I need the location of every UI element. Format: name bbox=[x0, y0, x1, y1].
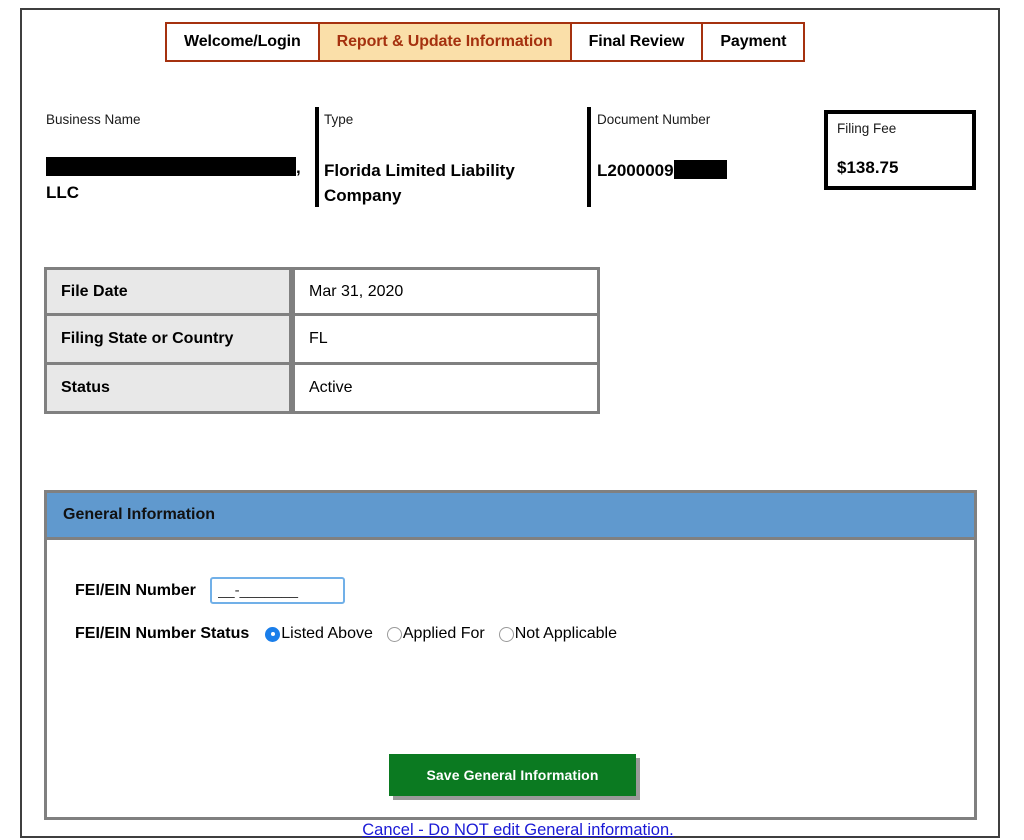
row-label-status: Status bbox=[44, 365, 292, 414]
ein-status-radio-group: Listed Above Applied For Not Applicable bbox=[265, 625, 617, 643]
general-information-panel: General Information FEI/EIN Number FEI/E… bbox=[44, 490, 977, 839]
radio-button-icon[interactable] bbox=[265, 626, 281, 642]
business-name-value: , LLC bbox=[46, 155, 311, 205]
radio-label: Not Applicable bbox=[514, 625, 617, 642]
radio-label: Applied For bbox=[402, 625, 485, 642]
radio-option-applied-for[interactable]: Applied For bbox=[386, 625, 485, 643]
document-number-value: L2000009 bbox=[597, 158, 727, 183]
row-value-status: Active bbox=[292, 365, 600, 414]
document-number-label: Document Number bbox=[597, 112, 711, 127]
ein-number-row: FEI/EIN Number bbox=[75, 577, 345, 604]
save-general-information-button[interactable]: Save General Information bbox=[389, 754, 636, 796]
panel-body: FEI/EIN Number FEI/EIN Number Status Lis… bbox=[47, 540, 974, 840]
entity-info-table: File Date Mar 31, 2020 Filing State or C… bbox=[44, 267, 600, 414]
radio-option-listed-above[interactable]: Listed Above bbox=[265, 625, 373, 643]
tab-welcome-login[interactable]: Welcome/Login bbox=[165, 22, 319, 62]
tab-label: Payment bbox=[720, 33, 787, 50]
document-number-redaction-bar bbox=[673, 160, 727, 179]
row-value-file-date: Mar 31, 2020 bbox=[292, 267, 600, 316]
type-label: Type bbox=[324, 112, 354, 127]
row-label-filing-state: Filing State or Country bbox=[44, 316, 292, 365]
header-divider-2 bbox=[587, 107, 591, 207]
table-row: Status Active bbox=[44, 365, 600, 414]
ein-number-status-row: FEI/EIN Number Status Listed Above Appli… bbox=[75, 625, 617, 643]
tab-final-review[interactable]: Final Review bbox=[570, 22, 703, 62]
ein-number-label: FEI/EIN Number bbox=[75, 581, 196, 599]
cancel-general-information-link[interactable]: Cancel - Do NOT edit General information… bbox=[348, 821, 688, 840]
ein-number-input[interactable] bbox=[209, 577, 345, 604]
tab-label: Welcome/Login bbox=[184, 33, 301, 50]
filing-fee-box: Filing Fee $138.75 bbox=[824, 110, 976, 190]
business-name-label: Business Name bbox=[46, 112, 141, 127]
panel-title: General Information bbox=[63, 506, 216, 523]
business-name-redaction-bar bbox=[46, 157, 296, 176]
table-row: Filing State or Country FL bbox=[44, 316, 600, 365]
radio-button-icon[interactable] bbox=[386, 626, 402, 642]
radio-label: Listed Above bbox=[281, 625, 373, 642]
type-value: Florida Limited Liability Company bbox=[324, 161, 515, 205]
table-row: File Date Mar 31, 2020 bbox=[44, 267, 600, 316]
radio-button-icon[interactable] bbox=[498, 626, 514, 642]
document-number-prefix: L2000009 bbox=[597, 161, 674, 180]
wizard-tab-bar: Welcome/Login Report & Update Informatio… bbox=[165, 22, 806, 62]
tab-payment[interactable]: Payment bbox=[702, 22, 806, 62]
filing-fee-value: $138.75 bbox=[837, 158, 899, 177]
panel-header: General Information bbox=[47, 493, 974, 540]
page-root: Welcome/Login Report & Update Informatio… bbox=[0, 0, 1024, 840]
radio-option-not-applicable[interactable]: Not Applicable bbox=[498, 625, 617, 643]
tab-report-update-information[interactable]: Report & Update Information bbox=[318, 22, 571, 62]
tab-label: Final Review bbox=[588, 33, 685, 50]
filing-fee-label: Filing Fee bbox=[837, 121, 897, 136]
header-divider-1 bbox=[315, 107, 319, 207]
tab-label: Report & Update Information bbox=[336, 33, 553, 50]
row-value-filing-state: FL bbox=[292, 316, 600, 365]
ein-number-status-label: FEI/EIN Number Status bbox=[75, 625, 250, 642]
row-label-file-date: File Date bbox=[44, 267, 292, 316]
